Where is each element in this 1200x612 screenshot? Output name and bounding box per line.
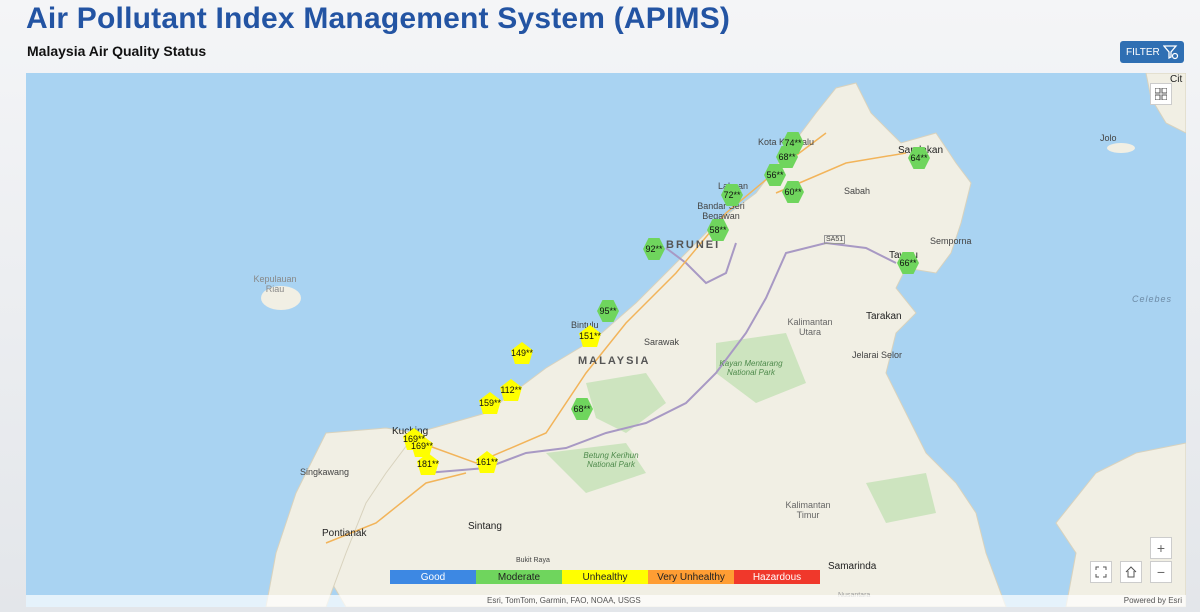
- page-subtitle: Malaysia Air Quality Status: [27, 43, 207, 59]
- aqi-marker[interactable]: 68**: [571, 398, 593, 420]
- aqi-legend: Good Moderate Unhealthy Very Unhealthy H…: [390, 570, 820, 584]
- label-jelarai-selor: Jelarai Selor: [852, 350, 903, 360]
- label-sa51: SA51: [824, 235, 846, 244]
- label-tarakan: Tarakan: [866, 311, 902, 322]
- minus-icon: −: [1156, 564, 1166, 580]
- legend-unhealthy: Unhealthy: [562, 570, 648, 584]
- aqi-marker[interactable]: 159**: [479, 392, 501, 414]
- home-button[interactable]: [1120, 561, 1142, 583]
- grid-icon: [1155, 88, 1167, 100]
- home-icon: [1125, 566, 1137, 578]
- label-sintang: Sintang: [468, 521, 502, 532]
- legend-good: Good: [390, 570, 476, 584]
- aqi-marker[interactable]: 66**: [897, 252, 919, 274]
- filter-button[interactable]: FILTER: [1120, 41, 1184, 63]
- jolo-island: [1107, 143, 1135, 153]
- basemap-gallery-button[interactable]: [1150, 83, 1172, 105]
- aqi-marker[interactable]: 64**: [908, 147, 930, 169]
- label-sabah: Sabah: [844, 186, 871, 196]
- label-jolo: Jolo: [1100, 133, 1117, 143]
- filter-button-label: FILTER: [1126, 46, 1160, 58]
- aqi-marker[interactable]: 112**: [500, 379, 522, 401]
- aqi-marker[interactable]: 181**: [417, 453, 439, 475]
- label-kepulauan-riau: Kepulauan Riau: [253, 274, 297, 294]
- plus-icon: +: [1156, 540, 1166, 556]
- attribution-sources: Esri, TomTom, Garmin, FAO, NOAA, USGS: [487, 596, 641, 605]
- aqi-marker[interactable]: 161**: [476, 451, 498, 473]
- map-basemap: [261, 73, 1186, 607]
- label-betung-kerihun: Betung Kerihun National Park: [583, 451, 639, 469]
- filter-icon: [1163, 45, 1179, 60]
- aqi-marker[interactable]: 60**: [782, 181, 804, 203]
- label-kalimantan-utara: Kalimantan Utara: [787, 317, 833, 337]
- label-pontianak: Pontianak: [322, 528, 367, 539]
- legend-hazardous: Hazardous: [734, 570, 820, 584]
- label-bukit-raya: Bukit Raya: [516, 557, 550, 564]
- page-title: Air Pollutant Index Management System (A…: [26, 2, 731, 35]
- label-kalimantan-timur: Kalimantan Timur: [785, 500, 831, 520]
- aqi-marker[interactable]: 72**: [721, 184, 743, 206]
- aqi-marker[interactable]: 92**: [643, 238, 665, 260]
- legend-moderate: Moderate: [476, 570, 562, 584]
- label-kayan-mentarang: Kayan Mentarang National Park: [719, 359, 783, 377]
- legend-very-unhealthy: Very Unhealthy: [648, 570, 734, 584]
- label-singkawang: Singkawang: [300, 467, 350, 477]
- label-celebes: Celebes: [1132, 294, 1173, 304]
- aqi-marker[interactable]: 151**: [579, 325, 601, 347]
- map-attribution: Esri, TomTom, Garmin, FAO, NOAA, USGS Po…: [26, 595, 1186, 607]
- air-quality-map[interactable]: Cit Sandakan Jolo Kota Kinabalu Labuan S…: [26, 73, 1186, 607]
- label-samarinda: Samarinda: [828, 561, 877, 572]
- attribution-powered[interactable]: Powered by Esri: [1124, 596, 1182, 605]
- label-semporna: Semporna: [930, 236, 972, 246]
- aqi-marker[interactable]: 149**: [511, 342, 533, 364]
- aqi-marker[interactable]: 58**: [707, 219, 729, 241]
- zoom-out-button[interactable]: −: [1150, 561, 1172, 583]
- expand-icon: [1095, 566, 1107, 578]
- zoom-in-button[interactable]: +: [1150, 537, 1172, 559]
- label-malaysia: MALAYSIA: [578, 355, 651, 367]
- label-sarawak: Sarawak: [644, 337, 680, 347]
- fullscreen-button[interactable]: [1090, 561, 1112, 583]
- aqi-marker[interactable]: 95**: [597, 300, 619, 322]
